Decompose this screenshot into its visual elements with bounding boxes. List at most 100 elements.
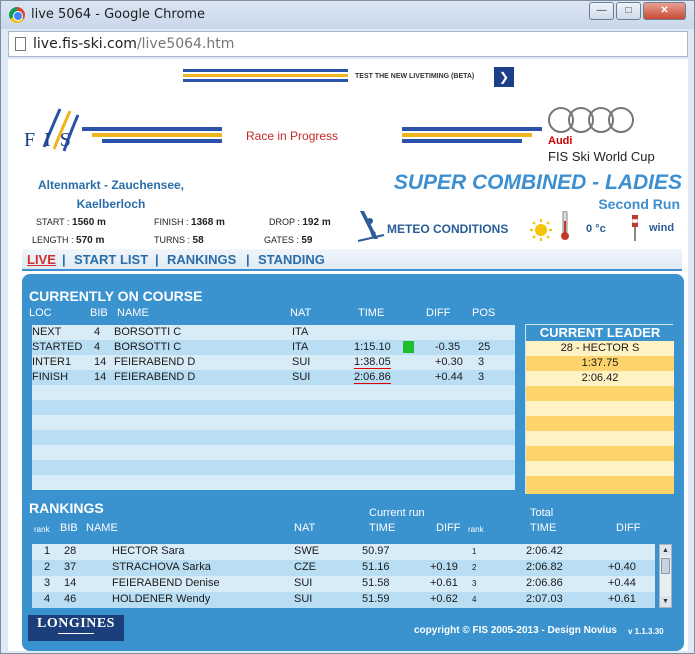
- col-name: NAME: [117, 307, 149, 319]
- cell-rank: 1: [44, 545, 51, 557]
- cell-bib: 46: [64, 593, 77, 605]
- cell-total-rank: 2: [472, 563, 477, 572]
- leader-empty-row: [526, 446, 674, 461]
- start-value: 1560 m: [72, 217, 106, 228]
- sponsor-name: Audi: [548, 135, 573, 147]
- table-row[interactable]: FINISH 14 FEIERABEND D SUI 2:06.86 +0.44…: [32, 370, 515, 385]
- current-leader-title: CURRENT LEADER: [526, 325, 674, 341]
- turns-value: 58: [192, 235, 204, 246]
- cell-total-time: 2:07.03: [526, 593, 563, 605]
- nav-live[interactable]: LIVE: [27, 252, 56, 267]
- running-indicator: [403, 341, 414, 353]
- empty-row: [32, 415, 515, 430]
- col-bib: BIB: [60, 522, 78, 534]
- wind-label: wind: [649, 222, 675, 234]
- leader-empty-row: [526, 461, 674, 476]
- nav-separator: |: [155, 252, 159, 267]
- scroll-up-icon[interactable]: ▲: [660, 545, 671, 556]
- col-nat: NAT: [294, 522, 316, 534]
- title-bar: live 5064 - Google Chrome — □ ✕: [1, 1, 694, 29]
- cell-nat: SUI: [294, 593, 313, 605]
- beta-banner[interactable]: TEST THE NEW LIVETIMING (BETA) ❯: [183, 67, 515, 87]
- scroll-thumb[interactable]: [661, 558, 670, 574]
- cell-loc: STARTED: [32, 341, 83, 353]
- url-text[interactable]: live.fis-ski.com/live5064.htm: [33, 36, 234, 52]
- cell-nat: CZE: [294, 561, 316, 573]
- leader-name: 28 - HECTOR S: [526, 341, 674, 356]
- table-row[interactable]: 3 14 FEIERABEND Denise SUI 51.58 +0.61 3…: [32, 576, 655, 592]
- turns-label: TURNS :: [154, 235, 190, 245]
- cell-name: HOLDENER Wendy: [112, 593, 211, 605]
- on-course-table: NEXT 4 BORSOTTI C ITA STARTED 4 BORSOTTI…: [32, 325, 515, 490]
- url-host: live.fis-ski.com: [33, 36, 137, 52]
- rankings-table[interactable]: 1 28 HECTOR Sara SWE 50.97 1 2:06.42 2 3…: [32, 544, 655, 608]
- col-total-diff: DIFF: [616, 522, 641, 534]
- cell-total-diff: +0.40: [608, 561, 636, 573]
- empty-row: [32, 385, 515, 400]
- scroll-down-icon[interactable]: ▼: [660, 596, 671, 607]
- nav-standing[interactable]: STANDING: [258, 252, 325, 267]
- beta-link[interactable]: TEST THE NEW LIVETIMING (BETA): [355, 73, 474, 80]
- empty-row: [32, 475, 515, 490]
- cell-run-time: 51.59: [362, 593, 390, 605]
- cell-bib: 37: [64, 561, 77, 573]
- col-bib: BIB: [90, 307, 108, 319]
- chrome-icon: [9, 7, 25, 23]
- cell-run-time: 51.58: [362, 577, 390, 589]
- drop-label: DROP :: [269, 217, 300, 227]
- cell-time: 1:15.10: [354, 341, 391, 353]
- close-button[interactable]: ✕: [643, 2, 686, 20]
- cell-total-time: 2:06.82: [526, 561, 563, 573]
- col-pos: POS: [472, 307, 496, 319]
- cell-bib: 14: [64, 577, 77, 589]
- table-row[interactable]: 4 46 HOLDENER Wendy SUI 51.59 +0.62 4 2:…: [32, 592, 655, 608]
- cell-nat: ITA: [292, 326, 309, 338]
- audi-logo[interactable]: [548, 107, 638, 135]
- nav-start-list[interactable]: START LIST: [74, 252, 148, 267]
- col-time: TIME: [358, 307, 385, 319]
- nav-rankings[interactable]: RANKINGS: [167, 252, 236, 267]
- leader-time-inter: 1:37.75: [526, 356, 674, 371]
- live-panel: CURRENTLY ON COURSE LOC BIB NAME NAT TIM…: [22, 274, 684, 651]
- cell-name: FEIERABEND D: [114, 356, 196, 368]
- fis-logo[interactable]: F I S: [22, 107, 82, 157]
- table-row[interactable]: INTER1 14 FEIERABEND D SUI 1:38.05 +0.30…: [32, 355, 515, 370]
- leader-empty-row: [526, 386, 674, 401]
- col-nat: NAT: [290, 307, 312, 319]
- table-row[interactable]: STARTED 4 BORSOTTI C ITA 1:15.10 -0.35 2…: [32, 340, 515, 355]
- cell-run-diff: +0.62: [430, 593, 458, 605]
- col-rank: rank: [34, 525, 50, 534]
- cell-total-time: 2:06.42: [526, 545, 563, 557]
- cell-run-diff: +0.19: [430, 561, 458, 573]
- longines-logo[interactable]: LONGINES: [28, 615, 124, 641]
- page-icon: [15, 37, 26, 51]
- table-row[interactable]: NEXT 4 BORSOTTI C ITA: [32, 325, 515, 340]
- page-content: TEST THE NEW LIVETIMING (BETA) ❯ F I S R…: [8, 59, 688, 651]
- cell-nat: SUI: [292, 356, 311, 368]
- url-path: /live5064.htm: [136, 36, 235, 52]
- cell-bib: 14: [94, 371, 107, 383]
- cell-rank: 4: [44, 593, 51, 605]
- cell-name: BORSOTTI C: [114, 341, 182, 353]
- table-row[interactable]: 2 37 STRACHOVA Sarka CZE 51.16 +0.19 2 2…: [32, 560, 655, 576]
- meteo-label[interactable]: METEO CONDITIONS: [387, 222, 508, 236]
- cell-name: STRACHOVA Sarka: [112, 561, 211, 573]
- rankings-scrollbar[interactable]: ▲ ▼: [659, 544, 672, 608]
- col-run-time: TIME: [369, 522, 396, 534]
- cell-run-time: 50.97: [362, 545, 390, 557]
- cell-name: FEIERABEND D: [114, 371, 196, 383]
- cell-nat: SUI: [294, 577, 313, 589]
- cell-name: BORSOTTI C: [114, 326, 182, 338]
- col-total-time: TIME: [530, 522, 557, 534]
- beta-arrow-button[interactable]: ❯: [494, 67, 514, 87]
- event-title: SUPER COMBINED - LADIES: [393, 171, 682, 194]
- current-leader-box: CURRENT LEADER 28 - HECTOR S 1:37.75 2:0…: [525, 324, 674, 494]
- wind-sock-icon: [632, 215, 638, 241]
- maximize-button[interactable]: □: [616, 2, 641, 20]
- address-bar[interactable]: live.fis-ski.com/live5064.htm: [8, 31, 688, 57]
- cell-pos: 3: [478, 356, 485, 368]
- cell-run-diff: +0.61: [430, 577, 458, 589]
- run-label: Second Run: [598, 196, 680, 212]
- minimize-button[interactable]: —: [589, 2, 614, 20]
- table-row[interactable]: 1 28 HECTOR Sara SWE 50.97 1 2:06.42: [32, 544, 655, 560]
